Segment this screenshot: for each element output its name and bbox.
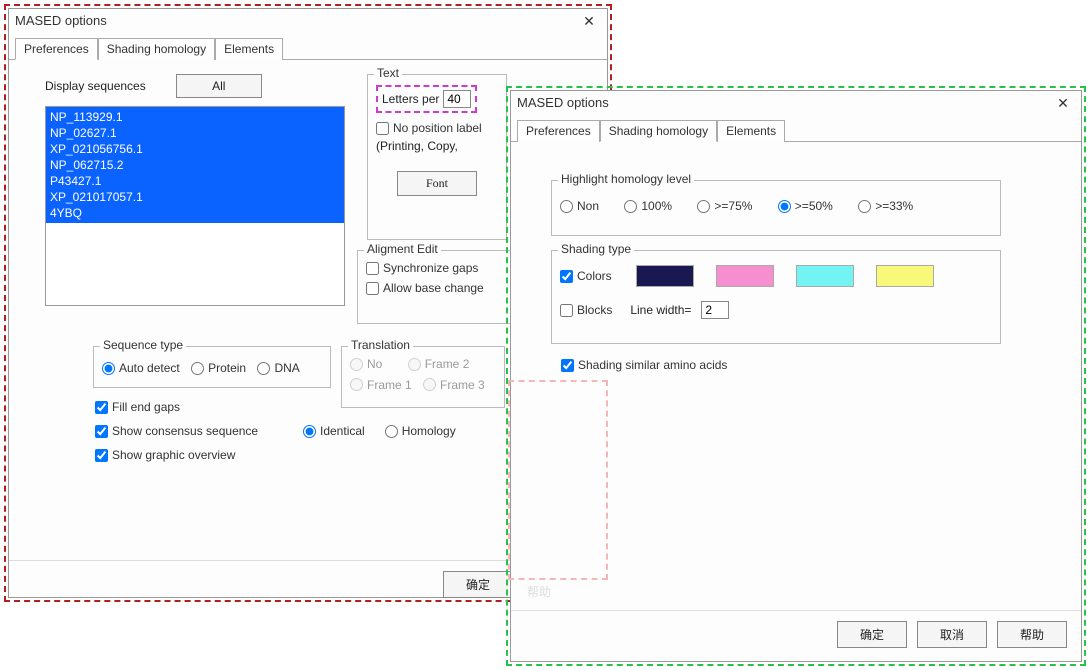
trans-f1-radio [350,378,363,391]
color-swatch[interactable] [796,265,854,287]
hl-50-label: >=50% [795,199,833,213]
trans-f2-radio [408,358,421,371]
sync-gaps-label: Synchronize gaps [383,261,478,275]
tab-shading[interactable]: Shading homology [98,38,215,60]
hl-50-radio[interactable] [778,200,791,213]
tab-preferences-2[interactable]: Preferences [517,120,600,142]
list-item[interactable]: P43427.1 [50,173,340,189]
cancel-button-2[interactable]: 取消 [917,621,987,648]
sync-gaps-checkbox[interactable] [366,262,379,275]
titlebar-2: MASED options ✕ [511,91,1081,115]
list-item[interactable]: NP_02627.1 [50,125,340,141]
color-swatch[interactable] [716,265,774,287]
seq-dna-label: DNA [274,361,299,375]
color-swatch[interactable] [876,265,934,287]
window-title: MASED options [15,9,107,33]
shading-similar-label: Shading similar amino acids [578,358,727,372]
help-button-2[interactable]: 帮助 [997,621,1067,648]
group-seq-type: Sequence type Auto detect Protein DNA [93,346,331,388]
tab-bar-2: Preferences Shading homology Elements [511,115,1081,142]
window-title-2: MASED options [517,91,609,115]
group-align-legend: Aligment Edit [364,242,441,256]
color-swatch[interactable] [636,265,694,287]
highlight-legend: Highlight homology level [558,172,694,186]
font-button[interactable]: Font [397,171,477,196]
hl-33-label: >=33% [875,199,913,213]
no-position-label: No position label [393,121,482,135]
hl-75-radio[interactable] [697,200,710,213]
sequence-listbox[interactable]: NP_113929.1NP_02627.1XP_021056756.1NP_06… [45,106,345,306]
seq-dna-radio[interactable] [257,362,270,375]
fill-gaps-label: Fill end gaps [112,400,180,414]
shading-type-legend: Shading type [558,242,634,256]
list-item[interactable]: NP_062715.2 [50,157,340,173]
blocks-label: Blocks [577,303,612,317]
hl-100-radio[interactable] [624,200,637,213]
ok-button[interactable]: 确定 [443,571,513,598]
no-position-checkbox[interactable] [376,122,389,135]
letters-per-input[interactable] [443,90,471,108]
trans-f2-label: Frame 2 [425,357,470,371]
show-cons-label: Show consensus sequence [112,424,258,438]
trans-no-label: No [367,357,382,371]
dialog2-footer: 确定 取消 帮助 [511,610,1081,658]
tab-elements-2[interactable]: Elements [717,120,785,142]
hl-100-label: 100% [641,199,672,213]
shading-similar-checkbox[interactable] [561,359,574,372]
show-graphic-label: Show graphic overview [112,448,235,462]
colors-checkbox[interactable] [560,270,573,283]
show-graphic-checkbox[interactable] [95,449,108,462]
colors-label: Colors [577,269,612,283]
group-highlight: Highlight homology level Non 100% >=75% … [551,180,1001,236]
seq-protein-radio[interactable] [191,362,204,375]
trans-f3-label: Frame 3 [440,378,485,392]
translation-legend: Translation [348,338,413,352]
group-text-legend: Text [374,66,402,80]
blocks-checkbox[interactable] [560,304,573,317]
allow-base-label: Allow base change [383,281,484,295]
group-shading-type: Shading type Colors Blocks Line width= [551,250,1001,344]
letters-per-label: Letters per [382,92,439,106]
display-sequences-label: Display sequences [45,79,146,93]
group-text: Text Letters per No position label (Prin… [367,74,507,240]
homology-radio[interactable] [385,425,398,438]
group-align-edit: Aligment Edit Synchronize gaps Allow bas… [357,250,517,324]
dialog-shading: MASED options ✕ Preferences Shading homo… [510,90,1082,662]
tab-preferences[interactable]: Preferences [15,38,98,60]
faint-help-text: 帮助 [527,583,551,600]
tab-bar: Preferences Shading homology Elements [9,33,607,60]
line-width-label: Line width= [630,303,691,317]
identical-radio[interactable] [303,425,316,438]
hl-non-radio[interactable] [560,200,573,213]
list-item[interactable]: 4YBQ [50,205,340,221]
hl-non-label: Non [577,199,599,213]
seq-protein-label: Protein [208,361,246,375]
seq-type-legend: Sequence type [100,338,186,352]
ok-button-2[interactable]: 确定 [837,621,907,648]
line-width-input[interactable] [701,301,729,319]
tab-shading-2[interactable]: Shading homology [600,120,717,142]
close-icon-2[interactable]: ✕ [1051,91,1075,115]
hl-33-radio[interactable] [858,200,871,213]
seq-auto-radio[interactable] [102,362,115,375]
group-translation: Translation No Frame 2 Frame 1 Frame 3 [341,346,505,408]
trans-no-radio [350,358,363,371]
list-item[interactable]: XP_021017057.1 [50,189,340,205]
titlebar: MASED options ✕ [9,9,607,33]
fill-gaps-checkbox[interactable] [95,401,108,414]
allow-base-checkbox[interactable] [366,282,379,295]
close-icon[interactable]: ✕ [577,9,601,33]
hl-75-label: >=75% [714,199,752,213]
show-cons-checkbox[interactable] [95,425,108,438]
all-button[interactable]: All [176,74,262,98]
trans-f1-label: Frame 1 [367,378,412,392]
homology-label: Homology [402,424,456,438]
trans-f3-radio [423,378,436,391]
identical-label: Identical [320,424,365,438]
list-item[interactable]: NP_113929.1 [50,109,340,125]
list-item[interactable]: XP_021056756.1 [50,141,340,157]
seq-auto-label: Auto detect [119,361,180,375]
printing-copy-label: (Printing, Copy, [376,139,498,153]
tab-elements[interactable]: Elements [215,38,283,60]
